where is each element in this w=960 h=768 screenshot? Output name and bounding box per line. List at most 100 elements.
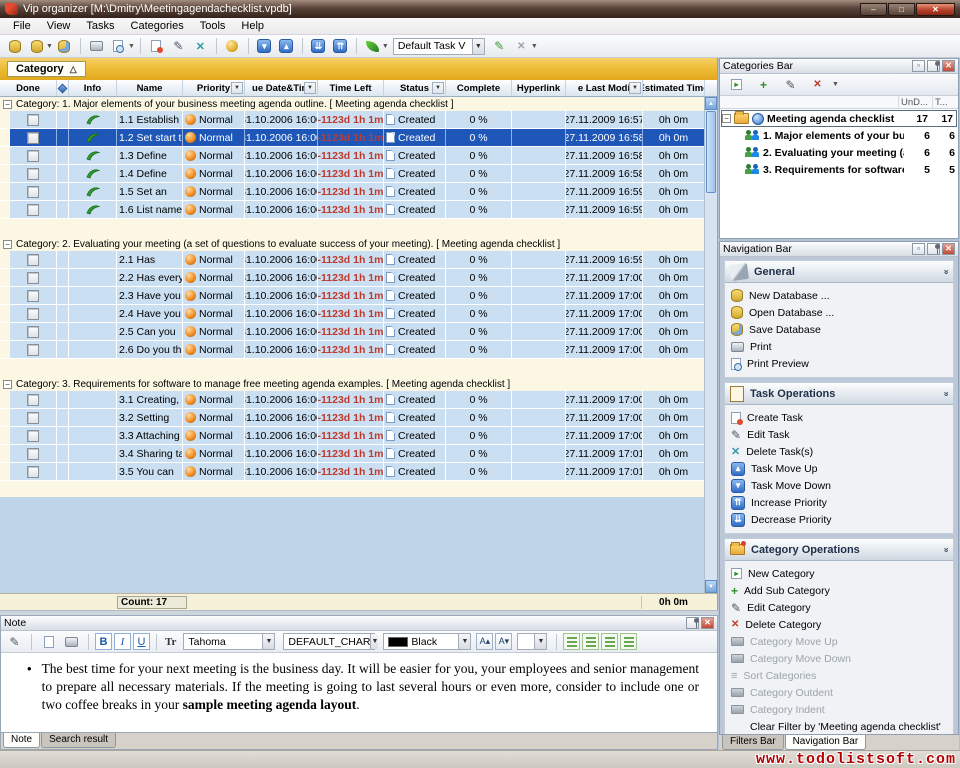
column-header-info[interactable]: Info xyxy=(69,80,117,96)
task-row[interactable]: 2.3 Have youNormal31.10.2006 16:00-1123d… xyxy=(0,287,717,305)
col-undone[interactable]: UnD... xyxy=(898,96,932,108)
task-row[interactable]: 3.4 Sharing tasksNormal31.10.2006 16:00-… xyxy=(0,445,717,463)
nav-item-clear-filter-by-meeting-agenda[interactable]: Clear Filter by 'Meeting agenda checklis… xyxy=(731,718,951,734)
column-header-ue-date-tim[interactable]: ue Date&Tim▼ xyxy=(245,80,318,96)
font-combo[interactable]: Tahoma ▼ xyxy=(183,633,275,650)
tree-category-item[interactable]: 1. Major elements of your busine66 xyxy=(720,127,958,144)
align-left-icon[interactable] xyxy=(563,633,580,650)
column-header-status[interactable]: Status▼ xyxy=(384,80,446,96)
menu-tasks[interactable]: Tasks xyxy=(78,19,122,33)
task-row[interactable]: 1.3 DefineNormal31.10.2006 16:00-1123d 1… xyxy=(0,147,717,165)
menu-tools[interactable]: Tools xyxy=(192,19,234,33)
tree-root-item[interactable]: −Meeting agenda checklist1717 xyxy=(721,110,957,127)
align-center-icon[interactable] xyxy=(582,633,599,650)
nav-item-new-database-[interactable]: New Database ... xyxy=(731,287,951,304)
pin-icon[interactable] xyxy=(927,60,940,72)
apply-view-button[interactable]: ✎ xyxy=(489,37,510,56)
task-row[interactable]: 1.6 List names ofNormal31.10.2006 16:00-… xyxy=(0,201,717,219)
chevron-down-icon[interactable]: ▼ xyxy=(370,634,378,649)
add-sub-category-button[interactable]: + xyxy=(753,75,774,94)
print-preview-button[interactable] xyxy=(108,37,129,56)
task-row[interactable]: 3.3 AttachingNormal31.10.2006 16:00-1123… xyxy=(0,427,717,445)
print-button[interactable] xyxy=(86,37,107,56)
task-row[interactable]: 2.4 Have youNormal31.10.2006 16:00-1123d… xyxy=(0,305,717,323)
task-row[interactable]: 1.1 Establish theNormal31.10.2006 16:00-… xyxy=(0,111,717,129)
filter-dropdown-icon[interactable]: ▼ xyxy=(629,82,641,94)
save-database-button[interactable] xyxy=(54,37,75,56)
category-group-header[interactable]: −Category: 3. Requirements for software … xyxy=(0,377,717,391)
nav-item-increase-priority[interactable]: ⇈Increase Priority xyxy=(731,494,951,511)
column-header-name[interactable]: Name xyxy=(117,80,183,96)
menu-categories[interactable]: Categories xyxy=(123,19,192,33)
nav-item-create-task[interactable]: Create Task xyxy=(731,409,951,426)
done-checkbox[interactable] xyxy=(27,132,39,144)
increase-font-size-button[interactable]: A▴ xyxy=(476,633,493,650)
note-content[interactable]: • The best time for your next meeting is… xyxy=(1,653,717,732)
nav-item-task-move-down[interactable]: ▾Task Move Down xyxy=(731,477,951,494)
delete-task-button[interactable]: ✕ xyxy=(190,37,211,56)
column-header-estimated-time[interactable]: Estimated Time xyxy=(643,80,705,96)
nav-item-print[interactable]: Print xyxy=(731,338,951,355)
new-category-button[interactable]: ▸ xyxy=(726,75,747,94)
task-row[interactable]: 3.1 Creating,Normal31.10.2006 16:00-1123… xyxy=(0,391,717,409)
chevron-down-icon[interactable]: ▼ xyxy=(472,39,484,54)
bullet-list-icon[interactable] xyxy=(620,633,637,650)
done-checkbox[interactable] xyxy=(27,412,39,424)
collapse-icon[interactable]: − xyxy=(3,100,12,109)
done-checkbox[interactable] xyxy=(27,344,39,356)
window-position-icon[interactable]: ▫ xyxy=(912,60,925,72)
menu-file[interactable]: File xyxy=(5,19,39,33)
char-style-combo[interactable]: DEFAULT_CHAR ▼ xyxy=(283,633,375,650)
pin-icon[interactable] xyxy=(927,243,940,255)
category-group-header[interactable]: −Category: 2. Evaluating your meeting (a… xyxy=(0,237,717,251)
done-checkbox[interactable] xyxy=(27,430,39,442)
note-page-icon[interactable] xyxy=(38,632,59,651)
tab-filters-bar[interactable]: Filters Bar xyxy=(722,735,784,750)
edit-task-button[interactable]: ✎ xyxy=(168,37,189,56)
col-total[interactable]: T... xyxy=(932,96,958,108)
done-checkbox[interactable] xyxy=(27,204,39,216)
edit-category-button[interactable]: ✎ xyxy=(780,75,801,94)
category-group-header[interactable]: −Category: 1. Major elements of your bus… xyxy=(0,97,717,111)
nav-item-task-move-up[interactable]: ▴Task Move Up xyxy=(731,460,951,477)
task-row[interactable]: 3.2 SettingNormal31.10.2006 16:00-1123d … xyxy=(0,409,717,427)
italic-button[interactable]: I xyxy=(114,633,131,650)
task-move-up-button[interactable]: ▴ xyxy=(276,37,297,56)
nav-item-decrease-priority[interactable]: ⇊Decrease Priority xyxy=(731,511,951,528)
open-database-button[interactable] xyxy=(26,37,47,56)
task-move-down-button[interactable]: ▾ xyxy=(254,37,275,56)
align-right-icon[interactable] xyxy=(601,633,618,650)
chevron-down-icon[interactable]: ▼ xyxy=(458,634,470,649)
section-header[interactable]: General« xyxy=(725,261,953,283)
task-row[interactable]: 1.2 Set start timeNormal31.10.2006 16:00… xyxy=(0,129,717,147)
font-size-combo[interactable]: ▼ xyxy=(517,633,547,650)
column-header-complete[interactable]: Complete xyxy=(446,80,512,96)
column-header-e-last-modi[interactable]: e Last Modi▼ xyxy=(566,80,643,96)
nav-item-delete-category[interactable]: ✕Delete Category xyxy=(731,616,951,633)
decrease-font-size-button[interactable]: A▾ xyxy=(495,633,512,650)
scroll-up-icon[interactable]: ▲ xyxy=(705,97,717,110)
section-header[interactable]: Category Operations« xyxy=(725,539,953,561)
collapse-chevron-icon[interactable]: « xyxy=(940,269,950,274)
menu-view[interactable]: View xyxy=(39,19,79,33)
done-checkbox[interactable] xyxy=(27,448,39,460)
done-checkbox[interactable] xyxy=(27,290,39,302)
done-checkbox[interactable] xyxy=(27,150,39,162)
complete-task-button[interactable] xyxy=(222,37,243,56)
group-by-chip[interactable]: Category △ xyxy=(7,61,86,77)
collapse-icon[interactable]: − xyxy=(3,380,12,389)
maximize-button[interactable]: □ xyxy=(888,3,915,16)
done-checkbox[interactable] xyxy=(27,326,39,338)
filter-dropdown-icon[interactable]: ▼ xyxy=(231,82,243,94)
menu-help[interactable]: Help xyxy=(233,19,272,33)
done-checkbox[interactable] xyxy=(27,272,39,284)
task-row[interactable]: 1.5 Set anNormal31.10.2006 16:00-1123d 1… xyxy=(0,183,717,201)
column-header-priority-flag[interactable] xyxy=(57,80,69,96)
nav-item-edit-task[interactable]: ✎Edit Task xyxy=(731,426,951,443)
task-row[interactable]: 2.1 HasNormal31.10.2006 16:00-1123d 1h 1… xyxy=(0,251,717,269)
underline-button[interactable]: U xyxy=(133,633,150,650)
window-position-icon[interactable]: ▫ xyxy=(912,243,925,255)
done-checkbox[interactable] xyxy=(27,254,39,266)
chevron-down-icon[interactable]: ▼ xyxy=(382,43,389,50)
close-icon[interactable]: ✕ xyxy=(942,60,955,72)
